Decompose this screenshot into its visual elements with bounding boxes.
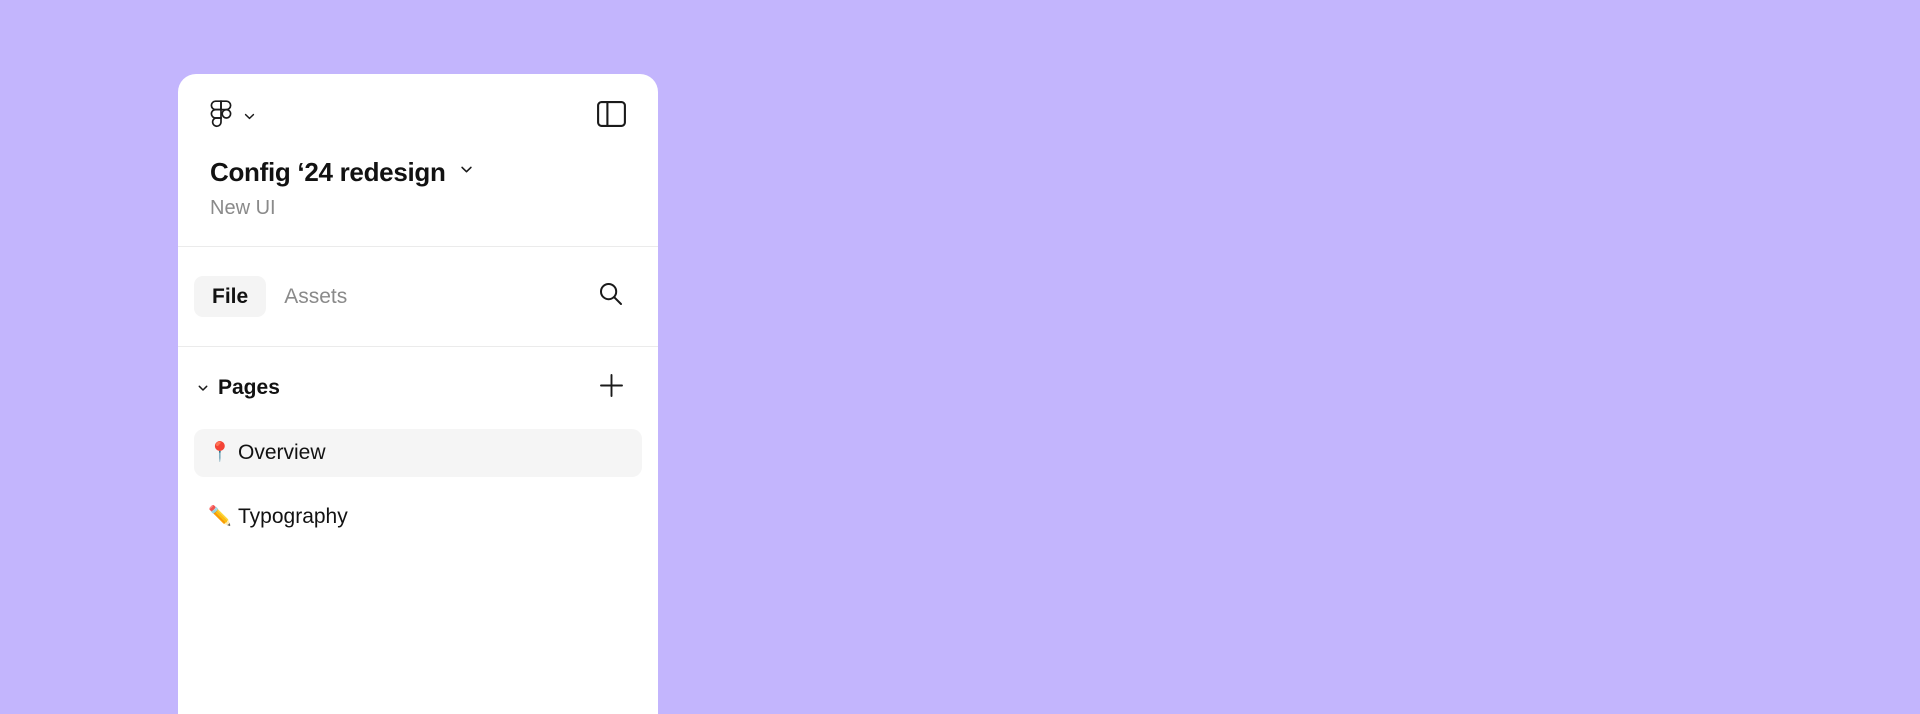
page-item-label: Typography xyxy=(238,505,348,529)
add-page-button[interactable] xyxy=(594,371,628,405)
figma-logo-icon xyxy=(210,100,232,132)
pencil-emoji: ✏️ xyxy=(208,506,232,528)
pages-section-header: Pages xyxy=(178,347,658,429)
page-item-label: Overview xyxy=(238,441,326,465)
figma-left-sidebar-panel: Config ‘24 redesign New UI File Assets P… xyxy=(178,74,658,714)
pushpin-emoji: 📍 xyxy=(208,442,232,464)
page-row-gap xyxy=(194,477,642,493)
search-icon xyxy=(597,280,624,312)
figma-menu-button[interactable] xyxy=(210,100,257,132)
pages-section: Pages 📍 Overview ✏️ Typography xyxy=(178,347,658,541)
page-item-typography[interactable]: ✏️ Typography xyxy=(194,493,642,541)
logo-row xyxy=(178,74,658,158)
file-info-block: Config ‘24 redesign New UI xyxy=(178,158,658,246)
file-subtitle: New UI xyxy=(210,196,276,219)
chevron-down-icon[interactable] xyxy=(192,381,214,395)
chevron-down-icon xyxy=(242,109,257,124)
tab-assets[interactable]: Assets xyxy=(266,276,365,317)
chevron-down-icon[interactable] xyxy=(458,161,475,183)
panel-tabs-row: File Assets xyxy=(178,247,658,347)
search-button[interactable] xyxy=(592,278,628,314)
file-title-row[interactable]: Config ‘24 redesign xyxy=(210,158,626,187)
left-panel-toggle-icon xyxy=(596,100,626,132)
page-item-overview[interactable]: 📍 Overview xyxy=(194,428,642,477)
left-panel-toggle-button[interactable] xyxy=(594,99,628,133)
panel-header: Config ‘24 redesign New UI xyxy=(178,74,658,247)
pages-list: 📍 Overview ✏️ Typography xyxy=(178,428,658,541)
plus-icon xyxy=(598,372,625,404)
pages-section-title: Pages xyxy=(218,376,280,400)
tab-file[interactable]: File xyxy=(194,275,267,317)
file-title: Config ‘24 redesign xyxy=(210,157,446,187)
